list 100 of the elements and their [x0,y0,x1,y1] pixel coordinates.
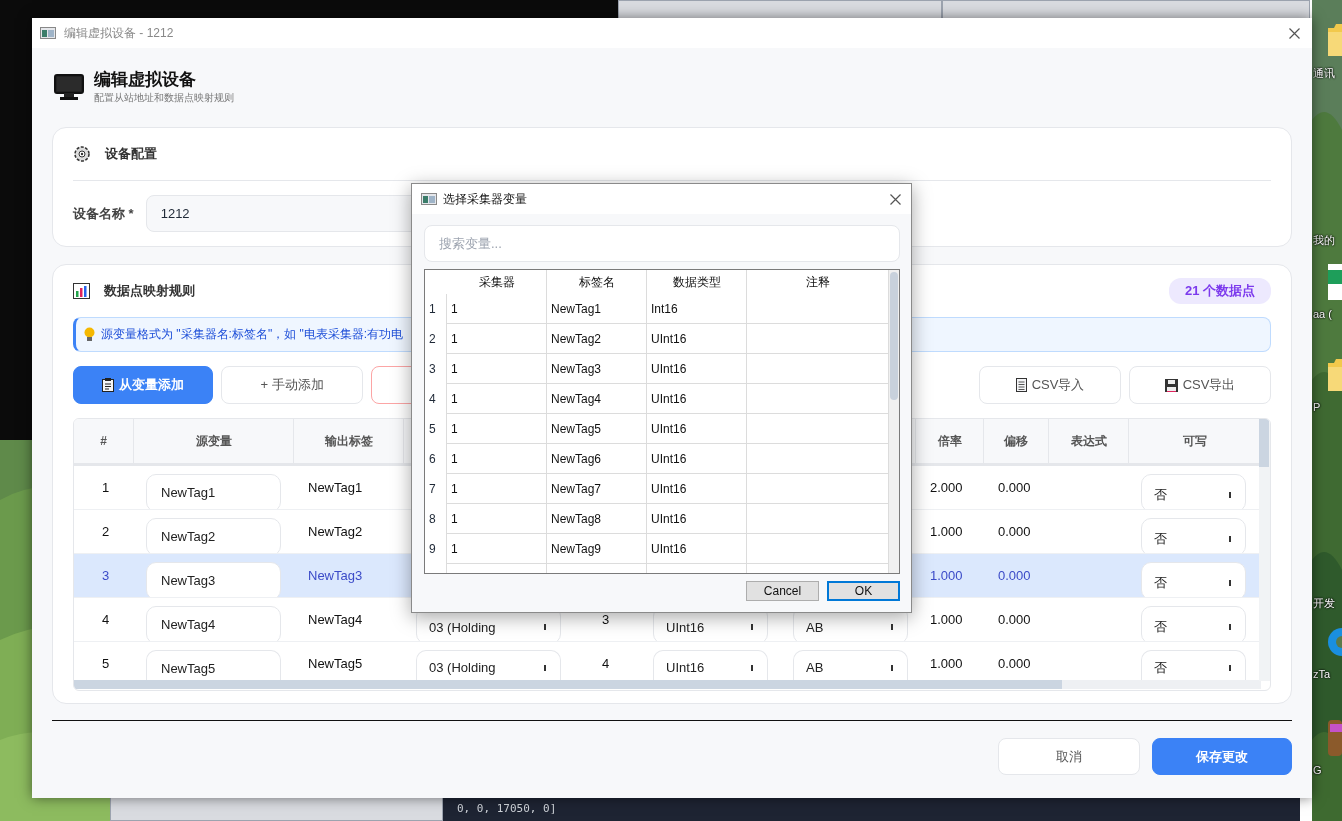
add-from-variable-button[interactable]: 从变量添加 [73,366,213,404]
table-row[interactable]: 9 1 NewTag9 UInt16 [425,534,889,564]
desktop-icon-label[interactable]: 开发 [1313,596,1335,611]
row-number: 3 [429,362,436,376]
caret-icon [1229,624,1231,630]
table-cell: 1 [451,302,458,316]
desktop-icon-label[interactable]: aa ( [1313,308,1332,320]
table-row[interactable]: 2 1 NewTag2 UInt16 [425,324,889,354]
source-field[interactable]: NewTag5 [146,650,281,680]
table-cell: Int16 [651,302,678,316]
desktop-icon-label[interactable]: 通讯 [1313,66,1335,81]
clipboard-icon [102,378,114,392]
table-cell: NewTag1 [308,480,363,495]
window-title: 编辑虚拟设备 - 1212 [64,24,174,42]
sheet-icon[interactable] [1328,262,1342,302]
table-cell: NewTag6 [551,452,602,466]
table-cell: 1 [451,332,458,346]
caret-icon [544,624,546,630]
scrollbar[interactable] [74,680,1261,689]
caret-icon [751,664,753,671]
select-field[interactable]: AB [793,650,908,680]
field-label: 设备名称 * [73,204,134,223]
table-cell: NewTag2 [308,524,363,539]
table-cell: 0.000 [998,480,1031,495]
page-heading: 编辑虚拟设备 [94,69,197,91]
column-header: 输出标签 [324,432,373,450]
table-cell: 0.000 [998,656,1031,671]
desktop-icon-label[interactable]: 我的 [1313,233,1335,248]
row-number: 2 [429,332,436,346]
caret-icon [891,664,893,671]
source-field[interactable]: NewTag3 [146,562,281,597]
caret-icon [1229,580,1231,586]
table-cell: UInt16 [651,332,687,346]
lightbulb-icon [84,327,95,342]
table-row[interactable]: 6 1 NewTag6 UInt16 [425,444,889,474]
table-row[interactable]: 3 1 NewTag3 UInt16 [425,354,889,384]
table-cell: 3 [102,568,110,583]
table-row[interactable]: 4 1 NewTag4 UInt16 [425,384,889,414]
column-header: 表达式 [1070,432,1107,450]
row-number: 7 [429,482,436,496]
table-cell: NewTag8 [551,512,602,526]
table-cell: UInt16 [651,512,687,526]
scrollbar[interactable] [1259,419,1270,681]
dialog-button[interactable]: Cancel [746,581,819,601]
dialog-button[interactable]: OK [827,581,900,601]
table-cell: NewTag4 [551,392,602,406]
source-field[interactable]: NewTag2 [146,518,281,553]
select-field[interactable]: 否 [1141,562,1246,597]
bar-chart-icon [73,283,90,299]
source-field[interactable]: NewTag4 [146,606,281,641]
caret-icon [1229,536,1231,542]
table-cell: 1 [451,392,458,406]
desktop-icon-label[interactable]: P [1313,401,1321,413]
table-cell: 4 [602,656,610,671]
select-field[interactable]: 否 [1141,606,1246,641]
document-icon [1015,378,1027,392]
search-field[interactable]: 搜索变量... [424,225,900,262]
source-field[interactable]: NewTag1 [146,474,281,509]
table-cell: NewTag4 [308,612,363,627]
column-header: 数据类型 [672,275,721,289]
game-icon[interactable] [1328,718,1342,758]
row-number: 5 [429,422,436,436]
desktop-icon-label[interactable]: zTa [1313,668,1331,680]
table-cell: NewTag3 [308,568,363,583]
column-header: 标签名 [578,275,615,289]
table-cell: 1 [451,362,458,376]
csv-import-button[interactable]: CSV导入 [979,366,1121,404]
table-row[interactable]: 8 1 NewTag8 UInt16 [425,504,889,534]
csv-export-button[interactable]: CSV导出 [1129,366,1271,404]
select-field[interactable]: 否 [1141,518,1246,553]
table-cell: 1 [451,482,458,496]
code-text: 0, 0, 17050, 0] [457,802,557,815]
select-field[interactable]: 否 [1141,474,1246,509]
cancel-button[interactable]: 取消 [998,738,1140,775]
caret-icon [1229,492,1231,498]
table-cell: 1.000 [930,568,963,583]
select-field[interactable]: 03 (Holding [416,650,561,680]
row-number: 4 [429,392,436,406]
table-cell: UInt16 [651,542,687,556]
table-cell: 1.000 [930,656,963,671]
table-cell: UInt16 [651,452,687,466]
table-row[interactable]: 7 1 NewTag7 UInt16 [425,474,889,504]
table-row[interactable]: 1 1 NewTag1 Int16 [425,294,889,324]
table-cell: 1 [451,452,458,466]
table-cell: UInt16 [651,422,687,436]
count-badge: 21 个数据点 [1168,278,1271,304]
column-header: # [100,434,107,448]
table-cell: 1.000 [930,524,963,539]
select-field[interactable]: 否 [1141,650,1246,680]
manual-add-button[interactable]: + 手动添加 [221,366,363,404]
table-cell: 1.000 [930,612,963,627]
caret-icon [544,664,546,671]
table-row[interactable]: 5 1 NewTag5 UInt16 [425,414,889,444]
save-button[interactable]: 保存更改 [1152,738,1292,775]
select-field[interactable]: UInt16 [653,650,768,680]
scrollbar[interactable] [889,270,899,573]
column-header: 采集器 [478,275,515,289]
desktop-icon-label[interactable]: G [1313,764,1322,776]
table-cell: 1 [451,542,458,556]
table-cell: NewTag5 [551,422,602,436]
